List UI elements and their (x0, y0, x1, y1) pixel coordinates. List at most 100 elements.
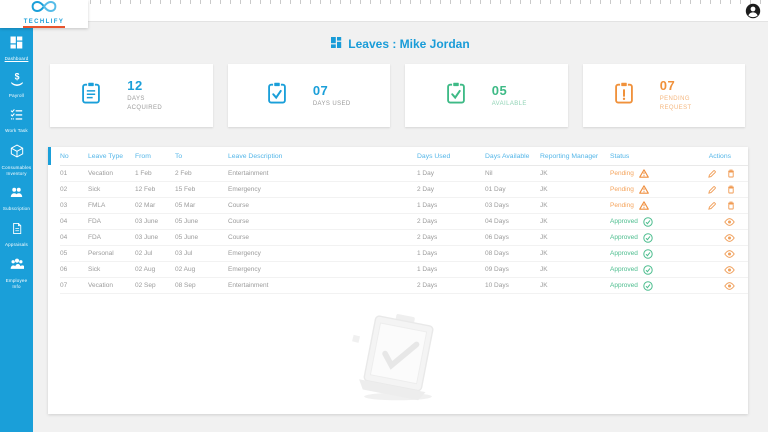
view-icon[interactable] (724, 282, 735, 290)
cell-from: 03 June (135, 218, 175, 225)
status-badge: Approved (610, 233, 700, 243)
cell-no: 05 (60, 250, 88, 257)
card-days-acquired: 12 DAYS ACQUIRED (50, 64, 213, 127)
cell-days-used: 2 Day (417, 186, 485, 193)
cell-days-available: 04 Days (485, 218, 540, 225)
cell-leave-type: Vecation (88, 282, 135, 289)
warning-triangle-icon (639, 201, 649, 210)
sidebar-item-subscription[interactable]: Subscription (0, 181, 33, 217)
delete-icon[interactable] (727, 185, 735, 194)
subscription-icon (10, 186, 23, 204)
view-icon[interactable] (724, 234, 735, 242)
clipboard-check-icon (267, 81, 287, 110)
delete-icon[interactable] (727, 201, 735, 210)
cell-leave-type: Sick (88, 186, 135, 193)
cell-leave-type: FDA (88, 234, 135, 241)
cell-manager: JK (540, 218, 610, 225)
cell-to: 08 Sep (175, 282, 228, 289)
cell-days-available: 10 Days (485, 282, 540, 289)
card-label: DAYS ACQUIRED (127, 95, 181, 112)
cell-days-available: 08 Days (485, 250, 540, 257)
cell-to: 15 Feb (175, 186, 228, 193)
view-icon[interactable] (724, 250, 735, 258)
status-badge: Pending (610, 201, 700, 210)
col-header-days-available: Days Available (485, 153, 540, 160)
user-avatar-icon[interactable] (745, 3, 761, 19)
card-value: 12 (127, 78, 181, 93)
cell-days-used: 2 Days (417, 218, 485, 225)
sidebar-item-dashboard[interactable]: Dashboard (0, 31, 33, 67)
check-circle-icon (643, 249, 653, 259)
table-row: 04 FDA 03 June 05 June Course 2 Days 04 … (60, 214, 748, 230)
table-row: 05 Personal 02 Jul 03 Jul Emergency 1 Da… (60, 246, 748, 262)
cell-manager: JK (540, 234, 610, 241)
card-value: 07 (660, 78, 714, 93)
cell-description: Emergency (228, 186, 417, 193)
cell-no: 01 (60, 170, 88, 177)
view-icon[interactable] (724, 266, 735, 274)
brand-logo[interactable]: TECHLIFY (0, 0, 88, 28)
card-value: 05 (492, 83, 527, 98)
cell-from: 02 Mar (135, 202, 175, 209)
cell-from: 12 Feb (135, 186, 175, 193)
cell-manager: JK (540, 266, 610, 273)
sidebar-item-consumables-inventory[interactable]: Consumables Inventory (0, 139, 33, 181)
status-badge: Pending (610, 169, 700, 178)
col-header-to: To (175, 153, 228, 160)
sidebar-item-payroll[interactable]: $ Payroll (0, 67, 33, 104)
cell-to: 03 Jul (175, 250, 228, 257)
status-badge: Approved (610, 265, 700, 275)
cell-days-available: 01 Day (485, 186, 540, 193)
clipboard-lines-icon (81, 81, 101, 110)
col-header-from: From (135, 153, 175, 160)
check-circle-icon (643, 233, 653, 243)
row-actions (700, 169, 748, 178)
edit-icon[interactable] (708, 202, 716, 210)
warning-triangle-icon (639, 185, 649, 194)
table-row: 01 Vecation 1 Feb 2 Feb Entertainment 1 … (60, 166, 748, 182)
edit-icon[interactable] (708, 170, 716, 178)
cell-no: 03 (60, 202, 88, 209)
card-label: PENDING REQUEST (660, 95, 714, 112)
appraisals-icon (11, 222, 23, 240)
cell-from: 03 June (135, 234, 175, 241)
grid-icon (331, 37, 342, 51)
sidebar-item-label: Consumables Inventory (1, 165, 32, 176)
cell-description: Entertainment (228, 282, 417, 289)
check-circle-icon (643, 217, 653, 227)
sidebar: Dashboard $ Payroll Work Task (0, 22, 33, 432)
cell-description: Emergency (228, 250, 417, 257)
work-task-icon (10, 108, 23, 126)
cell-from: 02 Aug (135, 266, 175, 273)
row-actions (700, 234, 748, 242)
card-label: AVAILABLE (492, 100, 527, 109)
row-actions (700, 250, 748, 258)
cell-manager: JK (540, 202, 610, 209)
table-row: 02 Sick 12 Feb 15 Feb Emergency 2 Day 01… (60, 182, 748, 198)
row-actions (700, 282, 748, 290)
card-days-used: 07 DAYS USED (228, 64, 391, 127)
payroll-icon: $ (10, 72, 24, 91)
cell-days-used: 1 Days (417, 266, 485, 273)
cell-to: 05 Mar (175, 202, 228, 209)
view-icon[interactable] (724, 218, 735, 226)
col-header-reporting-manager: Reporting Manager (540, 153, 610, 160)
status-badge: Approved (610, 249, 700, 259)
edit-icon[interactable] (708, 186, 716, 194)
sidebar-item-work-task[interactable]: Work Task (0, 103, 33, 139)
delete-icon[interactable] (727, 169, 735, 178)
cell-to: 05 June (175, 234, 228, 241)
col-header-description: Leave Description (228, 153, 417, 160)
sidebar-item-employee-info[interactable]: Employee Info (0, 252, 33, 294)
leaves-table-panel: No Leave Type From To Leave Description … (48, 147, 748, 414)
sidebar-item-label: Work Task (5, 128, 28, 134)
cell-to: 05 June (175, 218, 228, 225)
sidebar-item-appraisals[interactable]: Appraisals (0, 217, 33, 253)
summary-cards: 12 DAYS ACQUIRED 07 DAYS USED (50, 64, 745, 127)
cell-leave-type: FMLA (88, 202, 135, 209)
status-badge: Pending (610, 185, 700, 194)
cell-manager: JK (540, 282, 610, 289)
cell-leave-type: Sick (88, 266, 135, 273)
cell-days-available: 06 Days (485, 234, 540, 241)
cell-description: Emergency (228, 266, 417, 273)
